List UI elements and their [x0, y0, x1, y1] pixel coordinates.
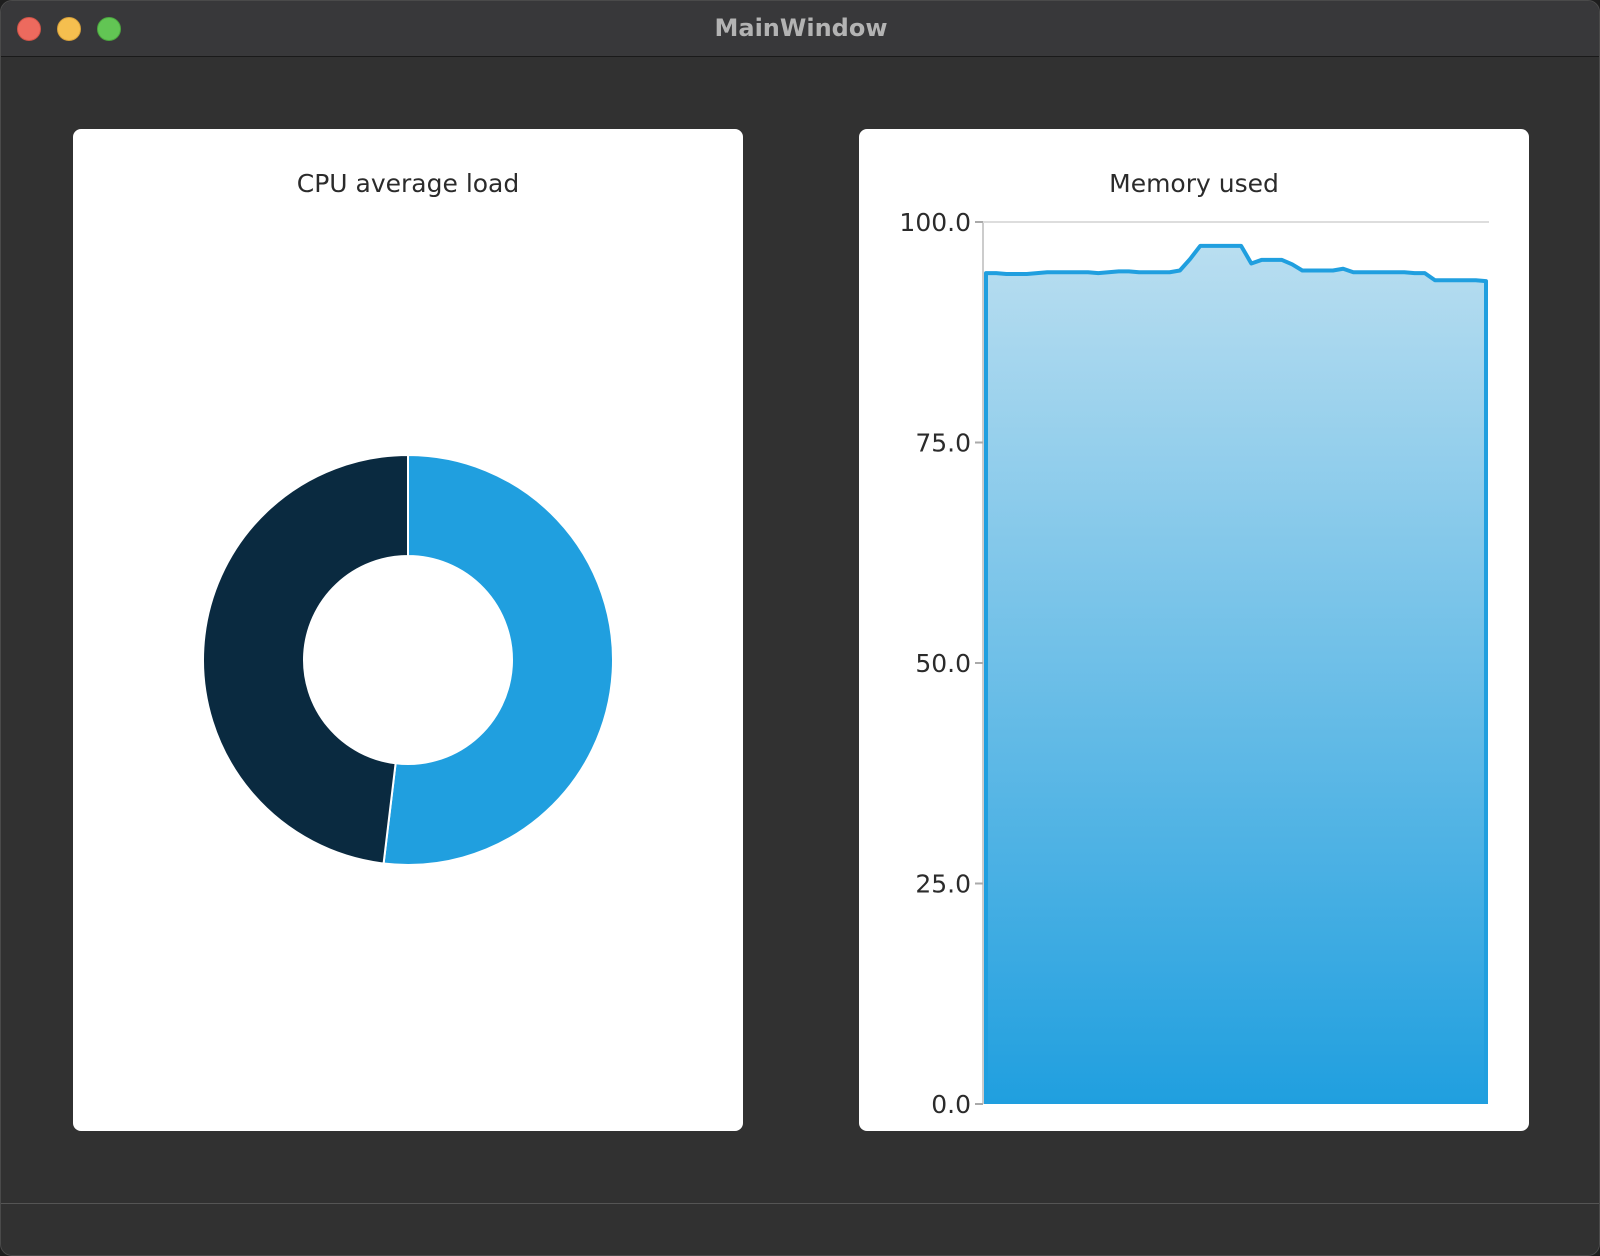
- status-bar: [1, 1203, 1599, 1255]
- donut-slice: [201, 453, 409, 865]
- y-tick-label: 75.0: [915, 429, 971, 458]
- memory-chart-panel: Memory used 100.0 75.0 50.0 25.0 0.0: [859, 129, 1529, 1131]
- cpu-chart-panel: CPU average load: [73, 129, 743, 1131]
- y-tick-label: 0.0: [931, 1090, 971, 1119]
- title-bar: MainWindow: [1, 1, 1599, 57]
- main-window: MainWindow CPU average load Memory used …: [0, 0, 1600, 1256]
- cpu-donut-chart: [201, 453, 614, 866]
- main-content: CPU average load Memory used 100.0 75.0 50…: [1, 57, 1599, 1203]
- memory-area: [986, 245, 1486, 1105]
- window-title: MainWindow: [714, 14, 888, 42]
- y-tick-label: 100.0: [899, 208, 971, 237]
- y-tick-label: 25.0: [915, 870, 971, 899]
- memory-area-chart: 100.0 75.0 50.0 25.0 0.0: [899, 208, 1489, 1119]
- donut-slice: [382, 453, 614, 866]
- y-tick-label: 50.0: [915, 649, 971, 678]
